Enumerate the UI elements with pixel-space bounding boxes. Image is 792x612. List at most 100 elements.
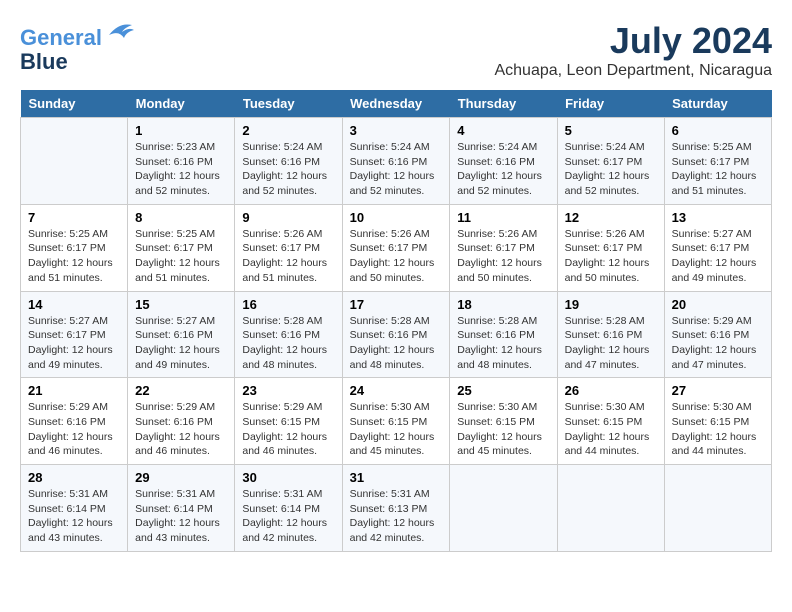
day-number: 12 xyxy=(565,210,657,225)
day-number: 26 xyxy=(565,383,657,398)
calendar-cell: 13 Sunrise: 5:27 AMSunset: 6:17 PMDayligh… xyxy=(664,204,771,291)
day-info: Sunrise: 5:28 AMSunset: 6:16 PMDaylight:… xyxy=(350,314,443,373)
logo-bird-icon xyxy=(104,20,134,45)
subtitle: Achuapa, Leon Department, Nicaragua xyxy=(494,62,772,80)
logo: General Blue xyxy=(20,20,134,74)
day-number: 7 xyxy=(28,210,120,225)
day-header-monday: Monday xyxy=(128,90,235,118)
page-header: General Blue July 2024 Achuapa, Leon Dep… xyxy=(20,20,772,80)
day-number: 24 xyxy=(350,383,443,398)
day-info: Sunrise: 5:25 AMSunset: 6:17 PMDaylight:… xyxy=(135,227,227,286)
calendar-week-1: 1 Sunrise: 5:23 AMSunset: 6:16 PMDaylight… xyxy=(21,118,772,205)
day-number: 5 xyxy=(565,123,657,138)
day-info: Sunrise: 5:31 AMSunset: 6:14 PMDaylight:… xyxy=(135,487,227,546)
day-number: 22 xyxy=(135,383,227,398)
calendar-cell: 8Sunrise: 5:25 AMSunset: 6:17 PMDaylight… xyxy=(128,204,235,291)
day-info: Sunrise: 5:29 AMSunset: 6:16 PMDaylight:… xyxy=(28,400,120,459)
calendar-body: 1 Sunrise: 5:23 AMSunset: 6:16 PMDaylight… xyxy=(21,118,772,552)
day-number: 23 xyxy=(242,383,334,398)
day-number: 17 xyxy=(350,297,443,312)
calendar-cell: 25Sunrise: 5:30 AMSunset: 6:15 PMDayligh… xyxy=(450,378,557,465)
day-number: 15 xyxy=(135,297,227,312)
calendar-cell xyxy=(21,118,128,205)
calendar-cell xyxy=(557,465,664,552)
calendar-cell: 20 Sunrise: 5:29 AMSunset: 6:16 PMDayligh… xyxy=(664,291,771,378)
day-number: 11 xyxy=(457,210,549,225)
day-info: Sunrise: 5:28 AMSunset: 6:16 PMDaylight:… xyxy=(242,314,334,373)
calendar-week-2: 7 Sunrise: 5:25 AMSunset: 6:17 PMDaylight… xyxy=(21,204,772,291)
day-header-sunday: Sunday xyxy=(21,90,128,118)
day-number: 30 xyxy=(242,470,334,485)
calendar-cell: 15 Sunrise: 5:27 AMSunset: 6:16 PMDayligh… xyxy=(128,291,235,378)
day-number: 18 xyxy=(457,297,549,312)
day-number: 27 xyxy=(672,383,764,398)
day-info: Sunrise: 5:23 AMSunset: 6:16 PMDaylight:… xyxy=(135,140,227,199)
day-number: 20 xyxy=(672,297,764,312)
calendar-cell: 3 Sunrise: 5:24 AMSunset: 6:16 PMDaylight… xyxy=(342,118,450,205)
day-info: Sunrise: 5:28 AMSunset: 6:16 PMDaylight:… xyxy=(457,314,549,373)
day-info: Sunrise: 5:27 AMSunset: 6:16 PMDaylight:… xyxy=(135,314,227,373)
day-info: Sunrise: 5:24 AMSunset: 6:16 PMDaylight:… xyxy=(242,140,334,199)
day-number: 1 xyxy=(135,123,227,138)
day-number: 29 xyxy=(135,470,227,485)
day-info: Sunrise: 5:25 AMSunset: 6:17 PMDaylight:… xyxy=(672,140,764,199)
logo-text: General Blue xyxy=(20,20,134,74)
day-info: Sunrise: 5:29 AMSunset: 6:16 PMDaylight:… xyxy=(672,314,764,373)
calendar-cell: 12 Sunrise: 5:26 AMSunset: 6:17 PMDayligh… xyxy=(557,204,664,291)
day-info: Sunrise: 5:26 AMSunset: 6:17 PMDaylight:… xyxy=(242,227,334,286)
day-number: 3 xyxy=(350,123,443,138)
calendar-cell: 1 Sunrise: 5:23 AMSunset: 6:16 PMDaylight… xyxy=(128,118,235,205)
calendar-cell: 28 Sunrise: 5:31 AMSunset: 6:14 PMDayligh… xyxy=(21,465,128,552)
day-info: Sunrise: 5:27 AMSunset: 6:17 PMDaylight:… xyxy=(28,314,120,373)
calendar-cell: 5 Sunrise: 5:24 AMSunset: 6:17 PMDaylight… xyxy=(557,118,664,205)
calendar-week-3: 14 Sunrise: 5:27 AMSunset: 6:17 PMDayligh… xyxy=(21,291,772,378)
day-info: Sunrise: 5:26 AMSunset: 6:17 PMDaylight:… xyxy=(457,227,549,286)
day-info: Sunrise: 5:28 AMSunset: 6:16 PMDaylight:… xyxy=(565,314,657,373)
day-number: 21 xyxy=(28,383,120,398)
day-info: Sunrise: 5:24 AMSunset: 6:16 PMDaylight:… xyxy=(350,140,443,199)
calendar-cell: 11 Sunrise: 5:26 AMSunset: 6:17 PMDayligh… xyxy=(450,204,557,291)
day-info: Sunrise: 5:30 AMSunset: 6:15 PMDaylight:… xyxy=(672,400,764,459)
calendar-cell: 30 Sunrise: 5:31 AMSunset: 6:14 PMDayligh… xyxy=(235,465,342,552)
calendar-cell: 24 Sunrise: 5:30 AMSunset: 6:15 PMDayligh… xyxy=(342,378,450,465)
day-number: 31 xyxy=(350,470,443,485)
day-number: 13 xyxy=(672,210,764,225)
day-info: Sunrise: 5:26 AMSunset: 6:17 PMDaylight:… xyxy=(350,227,443,286)
day-number: 14 xyxy=(28,297,120,312)
day-header-thursday: Thursday xyxy=(450,90,557,118)
calendar-cell: 14 Sunrise: 5:27 AMSunset: 6:17 PMDayligh… xyxy=(21,291,128,378)
day-number: 6 xyxy=(672,123,764,138)
calendar-week-5: 28 Sunrise: 5:31 AMSunset: 6:14 PMDayligh… xyxy=(21,465,772,552)
calendar-cell xyxy=(450,465,557,552)
calendar-cell: 4Sunrise: 5:24 AMSunset: 6:16 PMDaylight… xyxy=(450,118,557,205)
day-header-row: SundayMondayTuesdayWednesdayThursdayFrid… xyxy=(21,90,772,118)
day-number: 19 xyxy=(565,297,657,312)
day-info: Sunrise: 5:31 AMSunset: 6:14 PMDaylight:… xyxy=(242,487,334,546)
day-info: Sunrise: 5:24 AMSunset: 6:17 PMDaylight:… xyxy=(565,140,657,199)
day-info: Sunrise: 5:26 AMSunset: 6:17 PMDaylight:… xyxy=(565,227,657,286)
day-number: 25 xyxy=(457,383,549,398)
calendar-cell: 21 Sunrise: 5:29 AMSunset: 6:16 PMDayligh… xyxy=(21,378,128,465)
day-number: 9 xyxy=(242,210,334,225)
calendar-cell: 31Sunrise: 5:31 AMSunset: 6:13 PMDayligh… xyxy=(342,465,450,552)
calendar-cell: 17 Sunrise: 5:28 AMSunset: 6:16 PMDayligh… xyxy=(342,291,450,378)
calendar-week-4: 21 Sunrise: 5:29 AMSunset: 6:16 PMDayligh… xyxy=(21,378,772,465)
day-number: 28 xyxy=(28,470,120,485)
calendar-cell: 26 Sunrise: 5:30 AMSunset: 6:15 PMDayligh… xyxy=(557,378,664,465)
day-info: Sunrise: 5:30 AMSunset: 6:15 PMDaylight:… xyxy=(350,400,443,459)
calendar-cell: 19 Sunrise: 5:28 AMSunset: 6:16 PMDayligh… xyxy=(557,291,664,378)
day-number: 16 xyxy=(242,297,334,312)
calendar-cell: 23Sunrise: 5:29 AMSunset: 6:15 PMDayligh… xyxy=(235,378,342,465)
day-info: Sunrise: 5:31 AMSunset: 6:14 PMDaylight:… xyxy=(28,487,120,546)
calendar-cell xyxy=(664,465,771,552)
calendar-cell: 10 Sunrise: 5:26 AMSunset: 6:17 PMDayligh… xyxy=(342,204,450,291)
day-info: Sunrise: 5:27 AMSunset: 6:17 PMDaylight:… xyxy=(672,227,764,286)
calendar-cell: 6 Sunrise: 5:25 AMSunset: 6:17 PMDaylight… xyxy=(664,118,771,205)
calendar-table: SundayMondayTuesdayWednesdayThursdayFrid… xyxy=(20,90,772,552)
day-number: 4 xyxy=(457,123,549,138)
calendar-header: SundayMondayTuesdayWednesdayThursdayFrid… xyxy=(21,90,772,118)
day-info: Sunrise: 5:30 AMSunset: 6:15 PMDaylight:… xyxy=(565,400,657,459)
calendar-cell: 22Sunrise: 5:29 AMSunset: 6:16 PMDayligh… xyxy=(128,378,235,465)
day-header-wednesday: Wednesday xyxy=(342,90,450,118)
day-number: 10 xyxy=(350,210,443,225)
